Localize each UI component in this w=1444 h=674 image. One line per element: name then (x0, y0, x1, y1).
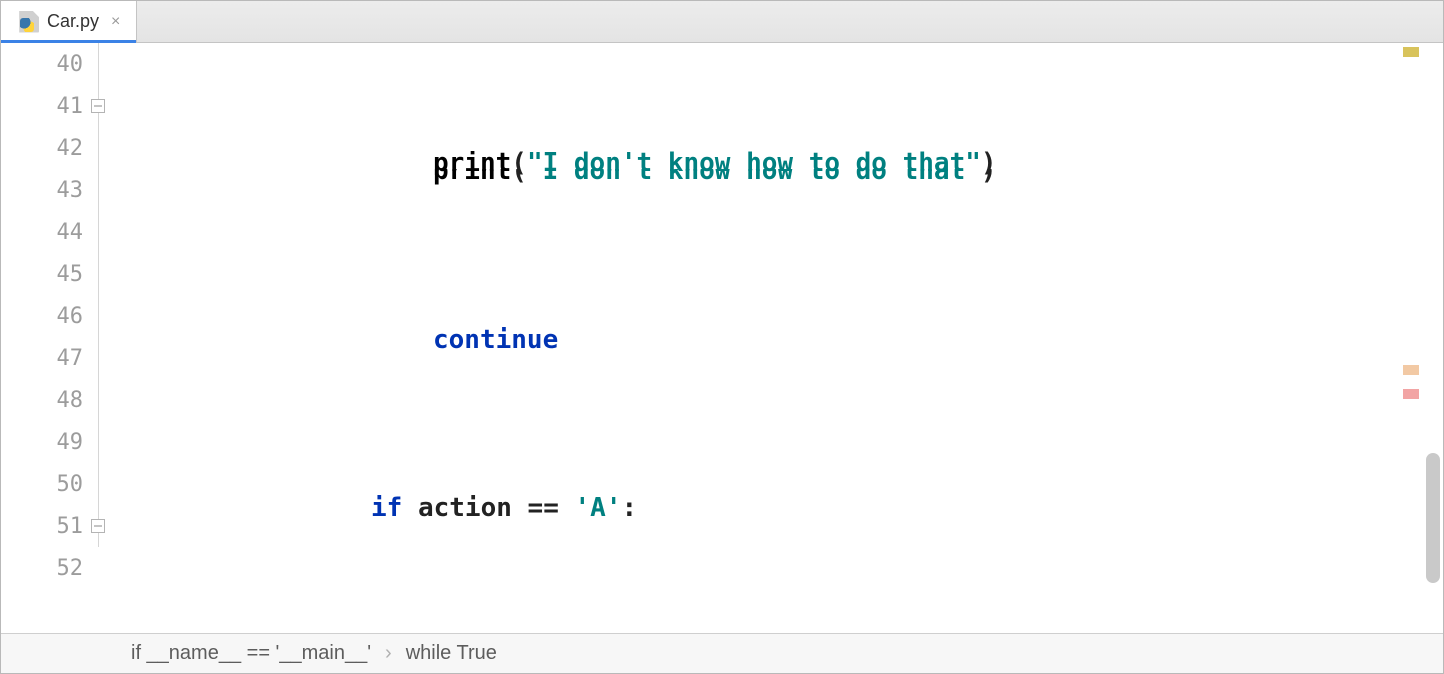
close-tab-icon[interactable]: × (111, 13, 120, 31)
editor-area: 40 41 42 43 44 45 46 47 48 49 50 51 52 p… (1, 43, 1443, 633)
breadcrumb-bar: if __name__ == '__main__' › while True (1, 633, 1443, 673)
line-number: 49 (57, 430, 84, 455)
line-number: 42 (57, 136, 84, 161)
vertical-scrollbar[interactable] (1426, 453, 1440, 583)
line-number: 46 (57, 304, 84, 329)
line-number: 41 (57, 94, 84, 119)
line-number: 43 (57, 178, 84, 203)
code-line[interactable]: print("I don't know how to do that") (109, 169, 1443, 193)
python-file-icon (17, 11, 39, 33)
line-number: 48 (57, 388, 84, 413)
breadcrumb-item[interactable]: while True (406, 642, 497, 665)
line-number: 50 (57, 472, 84, 497)
code-viewport[interactable]: print("I don't know how to do that") pri… (109, 43, 1443, 633)
gutter[interactable]: 40 41 42 43 44 45 46 47 48 49 50 51 52 (1, 43, 109, 633)
code-line[interactable]: continue (109, 319, 1443, 361)
line-number: 44 (57, 220, 84, 245)
code-line[interactable]: if action == 'A': (109, 487, 1443, 529)
chevron-right-icon: › (385, 642, 392, 665)
line-number: 45 (57, 262, 84, 287)
line-number: 40 (57, 52, 84, 77)
marker-warning[interactable] (1403, 47, 1419, 57)
editor-window: Car.py × 40 41 42 43 44 45 46 47 48 49 5… (0, 0, 1444, 674)
line-number: 47 (57, 346, 84, 371)
file-tab[interactable]: Car.py × (1, 1, 137, 42)
fold-toggle-icon[interactable] (91, 99, 105, 113)
fold-toggle-icon[interactable] (91, 519, 105, 533)
tab-filename: Car.py (47, 11, 99, 32)
marker-error[interactable] (1403, 389, 1419, 399)
breadcrumb-item[interactable]: if __name__ == '__main__' (131, 642, 371, 665)
line-number: 52 (57, 556, 84, 581)
tab-bar: Car.py × (1, 1, 1443, 43)
line-number: 51 (57, 514, 84, 539)
marker-info[interactable] (1403, 365, 1419, 375)
